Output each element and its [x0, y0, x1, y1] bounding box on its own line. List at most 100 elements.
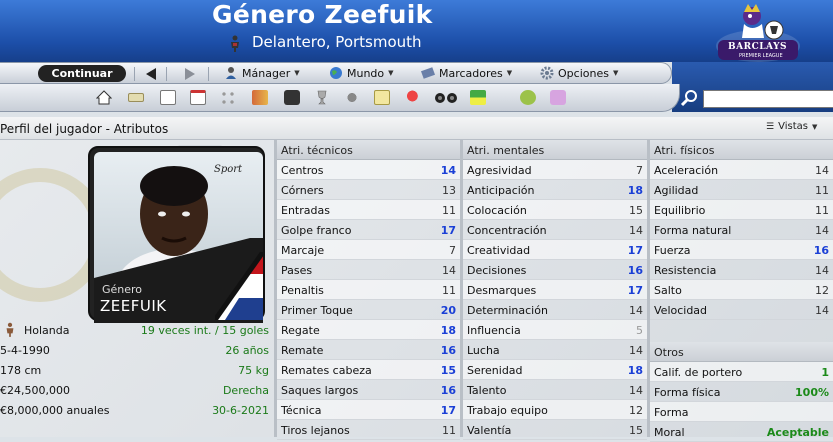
attribute-name: Determinación — [467, 304, 548, 317]
birth-date: 5-4-1990 — [0, 344, 50, 357]
attribute-row: Forma natural 14 — [650, 220, 833, 240]
attribute-name: Golpe franco — [281, 224, 352, 237]
attribute-row: Aceleración 14 — [650, 160, 833, 180]
attribute-name: Agilidad — [654, 184, 699, 197]
main-toolbar: Continuar Mánager ▼ Mundo ▼ Marcadores ▼ Op… — [0, 62, 672, 84]
header-banner: Género Zeefuik Delantero, Portsmouth — [0, 0, 833, 62]
attribute-value: 16 — [813, 244, 829, 257]
quick-icons-toolbar — [0, 84, 680, 112]
attribute-value: 11 — [442, 284, 456, 297]
attribute-value: 14 — [815, 304, 829, 317]
bookmarks-icon — [421, 67, 435, 79]
views-dropdown[interactable]: ☰ Vistas ▼ — [766, 121, 817, 132]
attribute-row: Penaltis 11 — [277, 280, 460, 300]
attribute-value: 14 — [815, 224, 829, 237]
value-row: €24,500,000 Derecha — [0, 381, 272, 401]
attribute-row: Saques largos 16 — [277, 380, 460, 400]
attribute-name: Desmarques — [467, 284, 537, 297]
match-icon[interactable] — [406, 90, 422, 105]
attribute-value: 16 — [440, 344, 456, 357]
attribute-row: Salto 12 — [650, 280, 833, 300]
birth-row: 5-4-1990 26 años — [0, 341, 272, 361]
league-logo-text: BARCLAYS — [728, 42, 788, 52]
attribute-value: 16 — [627, 264, 643, 277]
binoculars-icon[interactable] — [434, 90, 458, 105]
attribute-row: Equilibrio 11 — [650, 200, 833, 220]
height-row: 178 cm 75 kg — [0, 361, 272, 381]
attribute-value: 14 — [629, 344, 643, 357]
clipboard-icon[interactable] — [374, 90, 390, 105]
gear-icon — [540, 66, 554, 80]
question-icon[interactable] — [550, 90, 566, 105]
trophy-icon[interactable] — [314, 90, 330, 105]
attribute-value: 18 — [627, 364, 643, 377]
search-icon[interactable] — [680, 89, 698, 107]
attribute-row: Velocidad 14 — [650, 300, 833, 320]
tactics-icon[interactable] — [284, 90, 300, 105]
attribute-row: Moral Aceptable — [650, 422, 833, 442]
attribute-name: Fuerza — [654, 244, 691, 257]
search-input[interactable] — [703, 90, 833, 108]
attribute-row: Influencia 5 — [463, 320, 647, 340]
scouting-icon[interactable] — [344, 90, 360, 105]
player-name-title: Género Zeefuik — [212, 0, 433, 29]
market-value: €24,500,000 — [0, 384, 70, 397]
attribute-value: 15 — [629, 424, 643, 437]
attribute-name: Marcaje — [281, 244, 325, 257]
attribute-row: Desmarques 17 — [463, 280, 647, 300]
continue-button[interactable]: Continuar — [38, 65, 126, 82]
world-menu[interactable]: Mundo ▼ — [329, 66, 394, 80]
attribute-value: 7 — [636, 164, 643, 177]
attribute-name: Entradas — [281, 204, 330, 217]
back-arrow-icon[interactable] — [146, 68, 156, 80]
attribute-name: Colocación — [467, 204, 527, 217]
attribute-name: Centros — [281, 164, 324, 177]
help-icon[interactable] — [520, 90, 536, 105]
attribute-value: 14 — [815, 164, 829, 177]
attribute-name: Talento — [467, 384, 507, 397]
attribute-name: Calif. de portero — [654, 366, 743, 379]
contract-row: €8,000,000 anuales 30-6-2021 — [0, 401, 272, 421]
inbox-icon[interactable] — [128, 93, 144, 102]
attribute-row: Lucha 14 — [463, 340, 647, 360]
transfers-icon[interactable] — [252, 90, 268, 105]
staff-icon[interactable] — [220, 90, 236, 105]
attribute-name: Equilibrio — [654, 204, 706, 217]
preferred-foot: Derecha — [222, 384, 269, 397]
calendar-icon[interactable] — [190, 90, 206, 105]
attribute-row: Decisiones 16 — [463, 260, 647, 280]
home-icon[interactable] — [96, 90, 112, 105]
player-subtitle: Delantero, Portsmouth — [252, 33, 422, 51]
attribute-row: Córners 13 — [277, 180, 460, 200]
attribute-name: Córners — [281, 184, 324, 197]
attribute-name: Penaltis — [281, 284, 324, 297]
attribute-value: 20 — [440, 304, 456, 317]
forward-arrow-icon[interactable] — [185, 68, 195, 80]
squad-list-icon[interactable] — [160, 90, 176, 105]
options-menu[interactable]: Opciones ▼ — [540, 66, 618, 80]
attribute-value: 14 — [629, 304, 643, 317]
manager-menu[interactable]: Mánager ▼ — [224, 66, 300, 80]
attribute-value: 18 — [627, 184, 643, 197]
globe-icon — [330, 67, 342, 79]
attribute-row: Valentía 15 — [463, 420, 647, 440]
toolbar-separator — [166, 67, 167, 81]
player-position-icon — [231, 35, 239, 52]
other-header: Otros — [650, 342, 833, 362]
weight-value: 75 kg — [238, 364, 269, 377]
bookmarks-menu[interactable]: Marcadores ▼ — [421, 66, 512, 80]
finances-icon[interactable] — [470, 90, 486, 105]
views-list-icon: ☰ — [766, 121, 775, 132]
attribute-row: Creatividad 17 — [463, 240, 647, 260]
attribute-value: 14 — [815, 264, 829, 277]
attribute-value: 1 — [821, 366, 829, 379]
attribute-name: Decisiones — [467, 264, 527, 277]
netherlands-flag-icon — [215, 252, 263, 320]
attribute-name: Moral — [654, 426, 685, 439]
attribute-row: Regate 18 — [277, 320, 460, 340]
attribute-value: 15 — [629, 204, 643, 217]
attribute-row: Centros 14 — [277, 160, 460, 180]
player-first-name: Género — [102, 283, 143, 296]
attribute-row: Concentración 14 — [463, 220, 647, 240]
caps-value: 19 veces int. / 15 goles — [140, 324, 269, 337]
